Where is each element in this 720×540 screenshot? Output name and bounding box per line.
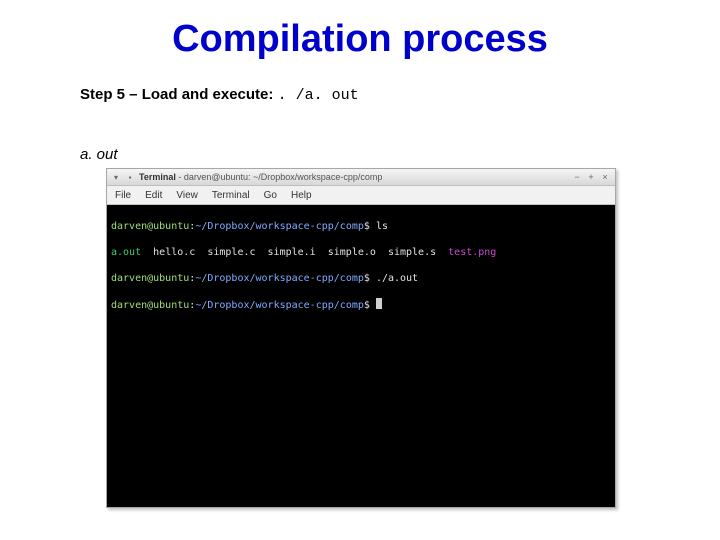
step-label: Step 5 – Load and execute: <box>80 86 273 103</box>
window-menu-dropdown-icon[interactable]: ▾ <box>111 172 121 182</box>
slide-title: Compilation process <box>0 18 720 61</box>
output-filename: a. out <box>80 146 118 163</box>
menu-go[interactable]: Go <box>264 190 277 201</box>
window-maximize-button[interactable]: + <box>585 171 597 183</box>
menu-view[interactable]: View <box>176 190 198 201</box>
window-title-app: Terminal <box>139 172 176 182</box>
cursor-icon <box>376 298 382 309</box>
window-title: Terminal - darven@ubuntu: ~/Dropbox/work… <box>139 172 569 182</box>
menu-help[interactable]: Help <box>291 190 312 201</box>
window-close-button[interactable]: × <box>599 171 611 183</box>
step-command: . /a. out <box>278 87 359 104</box>
terminal-window: ▾ ▪ Terminal - darven@ubuntu: ~/Dropbox/… <box>106 168 616 508</box>
menu-edit[interactable]: Edit <box>145 190 162 201</box>
window-title-rest: - darven@ubuntu: ~/Dropbox/workspace-cpp… <box>176 172 383 182</box>
window-menubar: File Edit View Terminal Go Help <box>107 186 615 205</box>
terminal-line-1: darven@ubuntu:~/Dropbox/workspace-cpp/co… <box>111 220 611 233</box>
terminal-body[interactable]: darven@ubuntu:~/Dropbox/workspace-cpp/co… <box>107 205 615 507</box>
terminal-line-4: darven@ubuntu:~/Dropbox/workspace-cpp/co… <box>111 298 611 312</box>
menu-terminal[interactable]: Terminal <box>212 190 250 201</box>
window-titlebar: ▾ ▪ Terminal - darven@ubuntu: ~/Dropbox/… <box>107 169 615 186</box>
terminal-line-2-ls-output: a.out hello.c simple.c simple.i simple.o… <box>111 246 611 259</box>
window-minimize-button[interactable]: − <box>571 171 583 183</box>
step-line: Step 5 – Load and execute: . /a. out <box>80 86 359 104</box>
menu-file[interactable]: File <box>115 190 131 201</box>
terminal-line-3: darven@ubuntu:~/Dropbox/workspace-cpp/co… <box>111 272 611 285</box>
terminal-app-icon: ▪ <box>125 172 135 182</box>
